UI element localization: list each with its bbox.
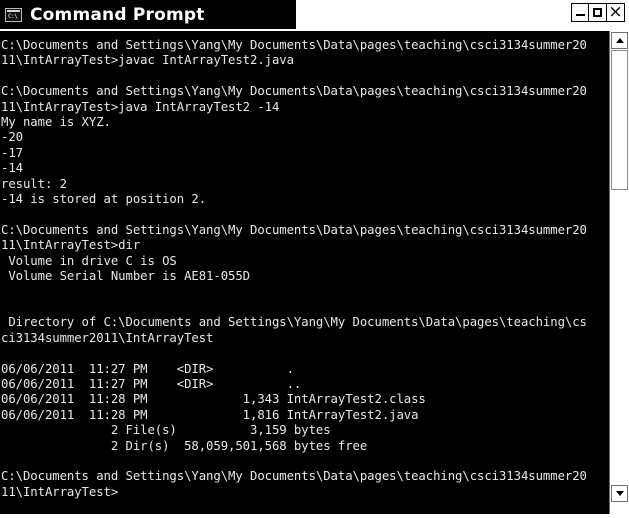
console-icon: C:\: [5, 7, 22, 22]
minimize-icon: [576, 14, 585, 16]
scroll-down-button[interactable]: [611, 485, 628, 502]
close-button[interactable]: ×: [607, 3, 625, 22]
minimize-button[interactable]: [571, 3, 589, 22]
vertical-scrollbar[interactable]: [609, 31, 629, 518]
scroll-up-arrow-icon: [615, 38, 624, 43]
title-bar[interactable]: C:\ Command Prompt ×: [0, 0, 629, 29]
console-icon-label: C:\: [8, 12, 18, 20]
console-icon-bar: [7, 9, 20, 12]
scrollbar-thumb[interactable]: [611, 50, 628, 190]
command-prompt-window: C:\ Command Prompt × C:\Documents and Se…: [0, 0, 629, 518]
close-icon: ×: [608, 2, 623, 22]
title-bar-black-region[interactable]: C:\ Command Prompt: [0, 0, 296, 29]
maximize-icon: [593, 8, 602, 17]
console-output-area[interactable]: C:\Documents and Settings\Yang\My Docume…: [0, 31, 609, 514]
window-controls[interactable]: ×: [571, 3, 625, 25]
client-area: C:\Documents and Settings\Yang\My Docume…: [0, 31, 629, 518]
maximize-button[interactable]: [589, 3, 607, 22]
scroll-down-arrow-icon: [615, 491, 624, 496]
console-text: C:\Documents and Settings\Yang\My Docume…: [1, 38, 587, 499]
window-bottom-edge: [0, 514, 629, 518]
window-title: Command Prompt: [30, 4, 205, 25]
scroll-up-button[interactable]: [611, 32, 628, 49]
